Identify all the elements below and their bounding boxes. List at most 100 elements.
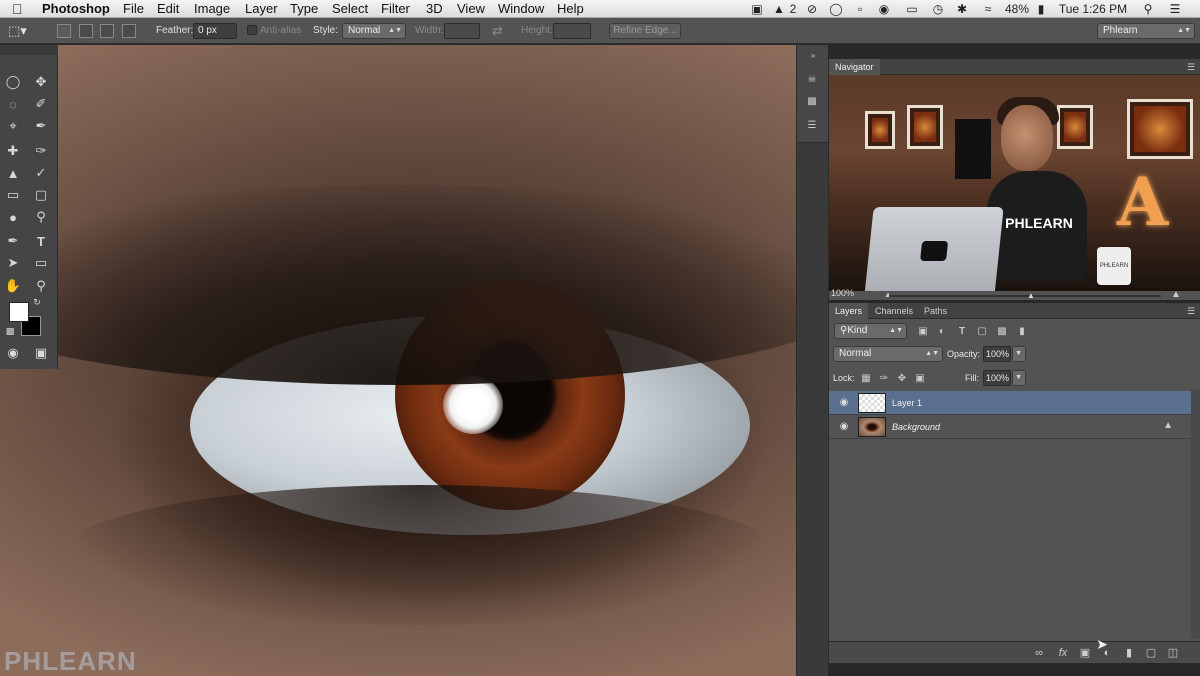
blend-mode-select[interactable]: Normal ▲▼	[833, 346, 943, 362]
dropbox-icon[interactable]: ◯	[828, 2, 844, 16]
filter-smart-object-icon[interactable]: ▩	[995, 325, 1009, 339]
menu-type[interactable]: Type	[290, 1, 318, 17]
menu-edit[interactable]: Edit	[157, 1, 179, 17]
zoom-slider[interactable]	[889, 295, 1161, 297]
airplay-icon[interactable]: ▭	[903, 2, 921, 16]
swap-colors-icon[interactable]: ↻	[30, 296, 44, 308]
collapse-icon[interactable]: »	[806, 49, 820, 63]
properties-panel-icon[interactable]: ☰	[805, 119, 819, 133]
fill-dropdown[interactable]: ▼	[1012, 370, 1026, 386]
layers-scrollbar[interactable]	[1191, 389, 1200, 639]
tab-layers[interactable]: Layers	[829, 303, 869, 319]
marquee-tool-icon[interactable]: ◯	[2, 72, 24, 92]
lock-transparent-icon[interactable]: ▦	[859, 372, 873, 386]
marquee-tool-preset-icon[interactable]: ⬚▾	[8, 18, 27, 44]
style-select[interactable]: Normal ▲▼	[342, 23, 406, 39]
screen-mode-icon[interactable]: ▣	[30, 343, 52, 363]
subtract-selection-icon[interactable]	[100, 24, 114, 38]
filter-pixel-icon[interactable]: ▣	[916, 325, 930, 339]
add-selection-icon[interactable]	[79, 24, 93, 38]
type-tool-icon[interactable]: T	[30, 231, 52, 251]
battery-icon[interactable]: ▮	[1032, 2, 1050, 16]
zoom-in-icon[interactable]: ▲	[1169, 288, 1183, 302]
brush-tool-icon[interactable]: ✑	[30, 141, 52, 161]
layer-row-background[interactable]: ◉ Background ▲	[829, 415, 1191, 439]
creative-cloud-icon[interactable]: ◉	[876, 2, 892, 16]
notification-center-icon[interactable]: ☰	[1166, 2, 1184, 16]
menu-view[interactable]: View	[457, 1, 485, 17]
new-selection-icon[interactable]	[57, 24, 71, 38]
clone-stamp-tool-icon[interactable]: ▲	[2, 163, 24, 183]
quick-mask-icon[interactable]: ◉	[2, 343, 24, 363]
add-mask-icon[interactable]: ▣	[1077, 645, 1093, 661]
pen-tool-icon[interactable]: ✒	[2, 231, 24, 251]
zoom-slider-handle[interactable]: ▲	[1027, 291, 1035, 300]
opacity-dropdown[interactable]: ▼	[1012, 346, 1026, 362]
new-layer-icon[interactable]: ▢	[1143, 645, 1159, 661]
crop-tool-icon[interactable]: ⌖	[2, 116, 24, 136]
layer-row-layer-1[interactable]: ◉ Layer 1	[829, 391, 1191, 415]
apple-icon[interactable]: 	[12, 1, 23, 17]
tools-panel-grip[interactable]	[0, 45, 58, 55]
rectangle-tool-icon[interactable]: ▭	[30, 253, 52, 273]
feather-input[interactable]: 0 px	[193, 23, 237, 39]
dodge-tool-icon[interactable]: ⚲	[30, 207, 52, 227]
screen-icon[interactable]: ▫	[852, 2, 868, 16]
menu-filter[interactable]: Filter	[381, 1, 410, 17]
lock-image-icon[interactable]: ✑	[877, 372, 891, 386]
layer-style-fx-icon[interactable]: fx	[1055, 645, 1071, 661]
adjustments-panel-icon[interactable]: ▩	[805, 95, 819, 109]
app-menu[interactable]: Photoshop	[42, 1, 110, 17]
menu-3d[interactable]: 3D	[426, 1, 443, 17]
lock-position-icon[interactable]: ✥	[895, 372, 909, 386]
spotlight-search-icon[interactable]: ⚲	[1140, 2, 1156, 16]
menu-window[interactable]: Window	[498, 1, 544, 17]
menu-help[interactable]: Help	[557, 1, 584, 17]
document-canvas[interactable]: PHLEARN	[0, 45, 796, 676]
time-machine-icon[interactable]: ◷	[930, 2, 946, 16]
fill-input[interactable]: 100%	[983, 370, 1011, 386]
gradient-tool-icon[interactable]: ▢	[30, 185, 52, 205]
healing-brush-tool-icon[interactable]: ✚	[2, 141, 24, 161]
blur-tool-icon[interactable]: ●	[2, 207, 24, 227]
bluetooth-icon[interactable]: ✱	[956, 2, 968, 16]
wifi-icon[interactable]: ≈	[978, 2, 998, 16]
panel-menu-icon[interactable]: ☰	[1184, 60, 1198, 74]
filter-adjustment-icon[interactable]: ◐	[935, 325, 949, 339]
new-group-icon[interactable]: ▮	[1121, 645, 1137, 661]
app-status-icon[interactable]: ▲	[772, 2, 786, 16]
lasso-tool-icon[interactable]: ◌	[2, 94, 24, 114]
filter-type-icon[interactable]: T	[955, 325, 969, 339]
link-layers-icon[interactable]: ∞	[1031, 645, 1047, 661]
eraser-tool-icon[interactable]: ▭	[2, 185, 24, 205]
move-tool-icon[interactable]: ✥	[30, 72, 52, 92]
history-panel-icon[interactable]: ☠	[805, 73, 819, 87]
delete-layer-icon[interactable]: ◫	[1165, 645, 1181, 661]
menu-image[interactable]: Image	[194, 1, 230, 17]
foreground-color-swatch[interactable]	[9, 302, 29, 322]
panel-menu-icon[interactable]: ☰	[1184, 304, 1198, 318]
workspace-select[interactable]: Phlearn ▲▼	[1097, 23, 1195, 39]
width-input[interactable]	[444, 23, 480, 39]
opacity-input[interactable]: 100%	[983, 346, 1011, 362]
clock[interactable]: Tue 1:26 PM	[1056, 2, 1130, 16]
filter-toggle-icon[interactable]: ▮	[1015, 325, 1029, 339]
filter-shape-icon[interactable]: ▢	[975, 325, 989, 339]
swap-dimensions-icon[interactable]: ⇄	[492, 18, 503, 44]
navigator-preview[interactable]: A PHLEARN PHLEARN	[829, 75, 1200, 291]
path-selection-tool-icon[interactable]: ➤	[2, 253, 24, 273]
hand-tool-icon[interactable]: ✋	[2, 276, 24, 296]
facetime-icon[interactable]: ▣	[748, 2, 766, 16]
history-brush-tool-icon[interactable]: ✓	[30, 163, 52, 183]
lock-all-icon[interactable]: ▣	[913, 372, 927, 386]
tab-channels[interactable]: Channels	[869, 303, 919, 319]
menu-file[interactable]: File	[123, 1, 144, 17]
eyedropper-tool-icon[interactable]: ✒	[30, 116, 52, 136]
eye-visibility-icon[interactable]: ◉	[837, 420, 851, 434]
filter-kind-select[interactable]: ⚲Kind ▲▼	[834, 323, 907, 339]
layer-name[interactable]: Layer 1	[892, 391, 922, 415]
quick-select-tool-icon[interactable]: ✐	[30, 94, 52, 114]
menu-layer[interactable]: Layer	[245, 1, 278, 17]
layer-name[interactable]: Background	[892, 415, 940, 439]
default-colors-icon[interactable]: ▩	[3, 325, 17, 337]
